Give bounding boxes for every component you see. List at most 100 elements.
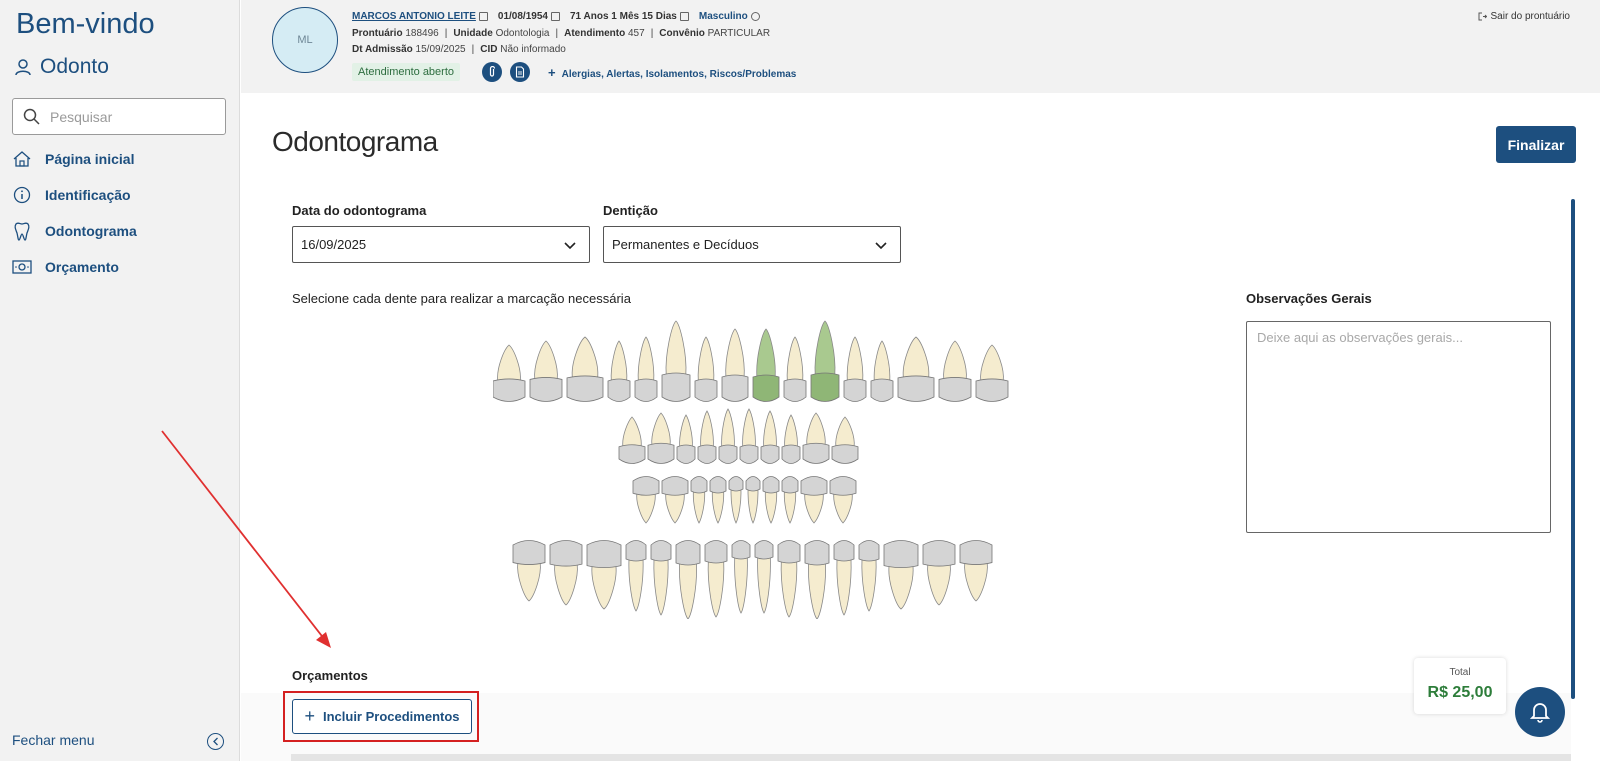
upper-tooth-7[interactable] (694, 336, 718, 402)
upper-tooth-10[interactable] (783, 336, 807, 402)
date-label: Data do odontograma (292, 203, 427, 218)
upper-deciduous-6[interactable] (739, 408, 759, 464)
alerts-link[interactable]: + Alergias, Alertas, Isolamentos, Riscos/… (548, 65, 796, 80)
observations-textarea[interactable] (1246, 321, 1551, 533)
separator: | (650, 28, 654, 39)
info-icon (12, 185, 32, 205)
upper-tooth-2[interactable] (529, 340, 563, 402)
lower-deciduous-1[interactable] (632, 476, 660, 524)
dentition-select[interactable]: Permanentes e Decíduos (603, 226, 901, 263)
lower-tooth-1[interactable] (512, 540, 546, 602)
lower-tooth-3[interactable] (586, 540, 622, 610)
document-button[interactable] (510, 62, 531, 82)
upper-tooth-9[interactable] (752, 328, 780, 402)
lower-tooth-13[interactable] (858, 540, 880, 612)
status-badge: Atendimento aberto (352, 63, 461, 81)
separator: | (444, 28, 448, 39)
exit-record-link[interactable]: Sair do prontuário (1478, 11, 1570, 22)
sidebar-item-home[interactable]: Página inicial (12, 149, 134, 169)
lower-deciduous-7[interactable] (762, 476, 780, 524)
alerts-link-label: Alergias, Alertas, Isolamentos, Riscos/P… (561, 68, 797, 80)
odontogram-chart[interactable] (493, 319, 1033, 619)
search-box[interactable] (12, 98, 226, 135)
upper-tooth-8[interactable] (721, 328, 749, 402)
upper-tooth-4[interactable] (607, 340, 631, 402)
upper-deciduous-7[interactable] (760, 410, 780, 464)
lower-tooth-16[interactable] (959, 540, 993, 602)
upper-tooth-1[interactable] (493, 344, 526, 402)
sidebar-item-identificacao[interactable]: Identificação (12, 185, 131, 205)
tooth-icon (12, 221, 32, 241)
upper-deciduous-5[interactable] (718, 408, 738, 464)
lower-tooth-8[interactable] (731, 540, 751, 614)
sidebar-item-orcamento[interactable]: Orçamento (12, 257, 119, 277)
lower-tooth-10[interactable] (777, 540, 801, 618)
finalize-button[interactable]: Finalizar (1496, 126, 1576, 163)
lower-tooth-14[interactable] (883, 540, 919, 610)
upper-tooth-16[interactable] (975, 344, 1009, 402)
scrollbar[interactable] (1571, 199, 1575, 699)
upper-deciduous-1[interactable] (618, 416, 646, 464)
upper-tooth-6[interactable] (661, 320, 691, 402)
main-content: Odontograma Finalizar Data do odontogram… (241, 93, 1600, 761)
upper-tooth-13[interactable] (870, 340, 894, 402)
sidebar-item-label: Orçamento (45, 259, 119, 275)
upper-deciduous-3[interactable] (676, 414, 696, 464)
upper-deciduous-2[interactable] (647, 412, 675, 464)
lower-deciduous-4[interactable] (709, 476, 727, 524)
upper-deciduous-10[interactable] (831, 416, 859, 464)
lower-deciduous-9[interactable] (800, 476, 828, 524)
total-label: Total (1449, 667, 1471, 678)
upper-tooth-3[interactable] (566, 336, 604, 402)
lower-deciduous-5[interactable] (728, 476, 744, 524)
cid-label: CID (480, 44, 498, 55)
lower-tooth-5[interactable] (650, 540, 672, 616)
dentition-label: Dentição (603, 203, 658, 218)
total-value: R$ 25,00 (1427, 684, 1493, 701)
patient-age: 71 Anos 1 Mês 15 Dias (569, 11, 677, 22)
sidebar-item-odontograma[interactable]: Odontograma (12, 221, 137, 241)
lower-tooth-9[interactable] (754, 540, 774, 614)
upper-deciduous-8[interactable] (781, 414, 801, 464)
upper-tooth-15[interactable] (938, 340, 972, 402)
clipboard-icon[interactable] (478, 12, 488, 21)
upper-tooth-11[interactable] (810, 320, 840, 402)
admissao-label: Dt Admissão (352, 44, 413, 55)
upper-tooth-12[interactable] (843, 336, 867, 402)
upper-deciduous-4[interactable] (697, 410, 717, 464)
upper-deciduous-9[interactable] (802, 412, 830, 464)
money-icon (12, 257, 32, 277)
avatar: ML (272, 7, 338, 73)
user-icon (15, 59, 31, 76)
lower-tooth-15[interactable] (922, 540, 956, 606)
chevron-down-icon (564, 242, 576, 250)
search-input[interactable] (50, 108, 210, 125)
patient-name[interactable]: MARCOS ANTONIO LEITE (352, 11, 476, 22)
lower-deciduous-3[interactable] (690, 476, 708, 524)
lower-deciduous-8[interactable] (781, 476, 799, 524)
separator: | (471, 44, 475, 55)
atendimento-label: Atendimento (564, 28, 626, 39)
lower-tooth-4[interactable] (625, 540, 647, 612)
lower-tooth-12[interactable] (833, 540, 855, 616)
upper-tooth-14[interactable] (897, 336, 935, 402)
collapse-menu-button[interactable] (207, 733, 224, 750)
odontogram-instruction: Selecione cada dente para realizar a mar… (292, 291, 631, 306)
attachment-button[interactable] (482, 62, 503, 82)
lower-tooth-2[interactable] (549, 540, 583, 606)
lower-deciduous-10[interactable] (829, 476, 857, 524)
lower-deciduous-6[interactable] (745, 476, 761, 524)
unidade-value: Odontologia (495, 28, 550, 39)
atendimento-value: 457 (628, 28, 645, 39)
notifications-button[interactable] (1515, 687, 1565, 737)
date-select[interactable]: 16/09/2025 (292, 226, 590, 263)
plus-icon: + (548, 64, 556, 80)
lower-tooth-11[interactable] (804, 540, 830, 620)
close-menu-link[interactable]: Fechar menu (12, 732, 94, 748)
document-icon (515, 66, 525, 78)
lower-deciduous-2[interactable] (661, 476, 689, 524)
upper-tooth-5[interactable] (634, 336, 658, 402)
lower-tooth-6[interactable] (675, 540, 701, 620)
lower-tooth-7[interactable] (704, 540, 728, 618)
app-name: Odonto (14, 55, 109, 79)
